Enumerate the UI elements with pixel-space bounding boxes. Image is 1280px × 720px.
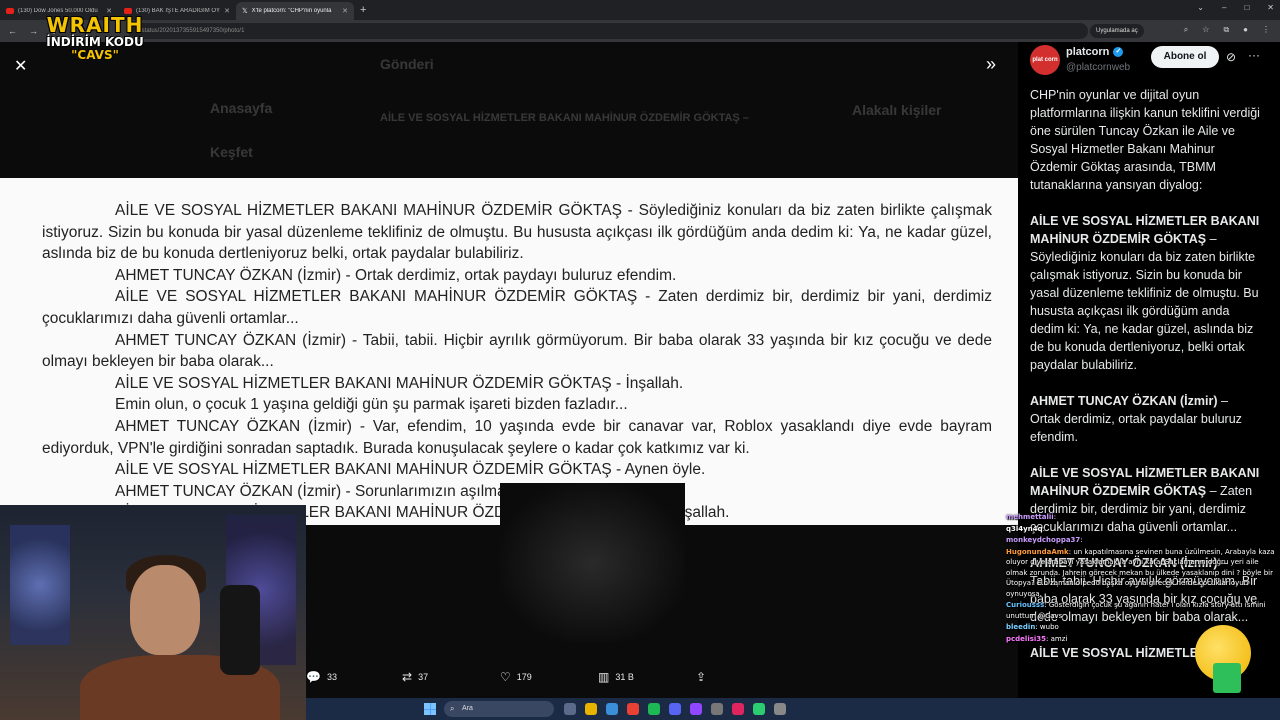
tweet-action-bar: 💬 33 ⇄ 37 ♡ 179 ▥ 31 B ⇪	[306, 670, 726, 686]
share-icon: ⇪	[696, 670, 707, 684]
chat-message: HugonundaAmk: un kapatılmasına sevinen b…	[1006, 547, 1275, 598]
close-tab-icon[interactable]: ✕	[342, 7, 348, 15]
heart-icon: ♡	[500, 670, 511, 684]
new-tab-icon[interactable]: +	[360, 4, 366, 16]
close-tab-icon[interactable]: ✕	[224, 7, 230, 15]
window-controls: ⌄ – □ ✕	[1197, 3, 1274, 12]
x-icon: 𝕏	[242, 8, 248, 15]
background-page: Gönderi Anasayfa Keşfet AİLE VE SOSYAL H…	[210, 56, 942, 160]
microphone	[220, 585, 260, 675]
account-name[interactable]: platcorn ✓	[1066, 46, 1124, 58]
minimize-icon[interactable]: –	[1222, 3, 1226, 12]
tweet-paragraph: AİLE VE SOSYAL HİZMETLER BAKANI MAHİNUR …	[1030, 214, 1260, 372]
chat-message: mehmettalii:	[1006, 513, 1057, 521]
menu-dots-icon[interactable]: ⋮	[1262, 25, 1270, 35]
address-bar-row: ← → ↻ /status/2020137355915497350/photo/…	[0, 20, 1280, 42]
background-video-face	[500, 483, 685, 643]
chrome-icon[interactable]	[627, 703, 639, 715]
views-button[interactable]: ▥ 31 B	[598, 670, 634, 684]
doc-paragraph: AHMET TUNCAY ÖZKAN (İzmir) - Var, efendi…	[42, 417, 992, 457]
avatar[interactable]: plat corn	[1030, 45, 1060, 75]
maximize-icon[interactable]: □	[1244, 3, 1249, 12]
app-icon[interactable]	[753, 703, 765, 715]
chat-message: Curiousss: Gösterdiğin çocuk şu aganın n…	[1006, 601, 1266, 620]
task-view-icon[interactable]	[564, 703, 576, 715]
doc-paragraph: AİLE VE SOSYAL HİZMETLER BAKANI MAHİNUR …	[115, 374, 684, 392]
app-icon[interactable]	[774, 703, 786, 715]
browser-tab-active[interactable]: 𝕏 X'te platcorn: "CHP'nin oyunla ✕	[236, 2, 354, 20]
back-icon[interactable]: ←	[8, 26, 17, 37]
extensions-icon[interactable]: ⧉	[1223, 25, 1229, 35]
repost-icon: ⇄	[402, 670, 413, 684]
file-explorer-icon[interactable]	[585, 703, 597, 715]
twitch-icon[interactable]	[690, 703, 702, 715]
settings-icon[interactable]	[711, 703, 723, 715]
more-options-icon[interactable]: ···	[1248, 48, 1260, 62]
screen: (130) Dow Jones 50.000 Oldu ✕ (130) BAK …	[0, 0, 1280, 720]
close-viewer-icon[interactable]: ✕	[14, 56, 27, 76]
close-window-icon[interactable]: ✕	[1267, 3, 1274, 12]
bookmark-star-icon[interactable]: ☆	[1202, 25, 1209, 35]
profile-icon[interactable]: ●	[1243, 25, 1248, 35]
search-icon: ⌕	[450, 704, 455, 713]
taskbar-search[interactable]: ⌕ Ara	[444, 701, 554, 717]
doc-paragraph: AİLE VE SOSYAL HİZMETLER BAKANI MAHİNUR …	[115, 461, 706, 479]
bar-chart-icon: ▥	[598, 670, 610, 684]
emoji-emote-icon	[1195, 625, 1251, 693]
verified-badge-icon: ✓	[1113, 47, 1124, 57]
url-field[interactable]: /status/2020137355915497350/photo/1	[128, 23, 1088, 39]
app-icon[interactable]	[732, 703, 744, 715]
windows-start-icon[interactable]	[424, 703, 436, 715]
reply-icon: 💬	[306, 670, 321, 684]
doc-paragraph: AİLE VE SOSYAL HİZMETLER BAKANI MAHİNUR …	[42, 202, 992, 263]
chat-message: q3l4yn4q:	[1006, 524, 1045, 533]
spotify-icon[interactable]	[648, 703, 660, 715]
doc-paragraph: Emin olun, o çocuk 1 yaşına geldiği gün …	[115, 396, 628, 414]
doc-paragraph: AHMET TUNCAY ÖZKAN (İzmir) - Tabii, tabi…	[42, 331, 992, 371]
grok-icon[interactable]: ⊘	[1226, 50, 1236, 64]
reply-button[interactable]: 💬 33	[306, 670, 337, 684]
zoom-icon[interactable]: ⌕	[1184, 25, 1188, 35]
transcript-document-image: AİLE VE SOSYAL HİZMETLER BAKANI MAHİNUR …	[0, 178, 1018, 525]
like-button[interactable]: ♡ 179	[500, 670, 532, 684]
share-button[interactable]: ⇪	[696, 670, 706, 684]
chevron-right-double-icon[interactable]: »	[986, 54, 996, 75]
doc-paragraph: AHMET TUNCAY ÖZKAN (İzmir) - Ortak derdi…	[115, 266, 677, 284]
repost-button[interactable]: ⇄ 37	[402, 670, 428, 684]
chat-message: monkeydchoppa37:	[1006, 536, 1083, 544]
discord-icon[interactable]	[669, 703, 681, 715]
account-handle[interactable]: @platcornweb	[1066, 62, 1130, 73]
follow-button[interactable]: Abone ol	[1151, 46, 1219, 68]
youtube-icon	[6, 8, 14, 14]
forward-icon[interactable]: →	[29, 26, 38, 37]
sponsor-logo: WRAITH İNDİRİM KODU "CAVS"	[46, 13, 144, 62]
edge-icon[interactable]	[606, 703, 618, 715]
tweet-paragraph: AHMET TUNCAY ÖZKAN (İzmir) – Ortak derdi…	[1030, 394, 1242, 444]
open-in-app-button[interactable]: Uygulamada aç	[1090, 24, 1144, 38]
chevron-down-icon[interactable]: ⌄	[1197, 3, 1204, 12]
browser-tab-bar: (130) Dow Jones 50.000 Oldu ✕ (130) BAK …	[0, 0, 1280, 20]
doc-paragraph: AİLE VE SOSYAL HİZMETLER BAKANI MAHİNUR …	[42, 288, 992, 327]
tweet-intro: CHP'nin oyunlar ve dijital oyun platform…	[1030, 88, 1260, 192]
streamer-webcam	[0, 505, 306, 720]
